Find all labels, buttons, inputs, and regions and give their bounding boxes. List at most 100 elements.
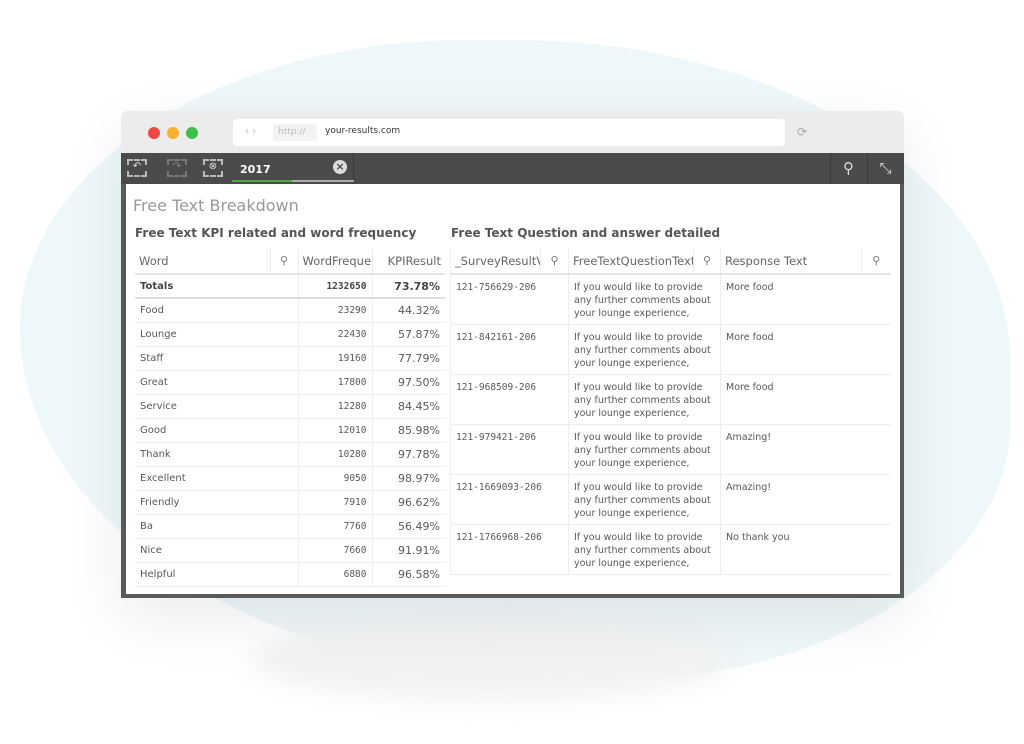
close-window-button[interactable] [148, 127, 160, 139]
kpi-cell: 91.91% [371, 538, 445, 563]
table-row[interactable]: 121-968509-206 If you would like to provi… [450, 374, 891, 425]
right-table-title: Free Text Question and answer detailed [451, 226, 721, 240]
table-row[interactable]: Ba 7760 56.49% [135, 514, 445, 539]
word-cell[interactable]: Lounge [135, 322, 298, 347]
word-cell[interactable]: Staff [135, 346, 298, 371]
question-cell[interactable]: If you would like to provide any further… [568, 474, 721, 525]
column-header-word[interactable]: Word [135, 248, 270, 275]
word-cell[interactable]: Good [135, 418, 298, 443]
frequency-cell: 17800 [297, 370, 372, 395]
selection-bar [232, 180, 292, 182]
frequency-cell: 7910 [297, 490, 372, 515]
clear-selection-icon[interactable]: × [333, 160, 347, 174]
survey-id-cell[interactable]: 121-968509-206 [450, 374, 569, 425]
table-row[interactable]: 121-756629-206 If you would like to provi… [450, 274, 891, 325]
question-cell[interactable]: If you would like to provide any further… [568, 274, 721, 325]
frequency-cell: 10280 [297, 442, 372, 467]
frequency-cell: 12010 [297, 418, 372, 443]
question-cell[interactable]: If you would like to provide any further… [568, 324, 721, 375]
kpi-cell: 85.98% [371, 418, 445, 443]
question-cell[interactable]: If you would like to provide any further… [568, 374, 721, 425]
survey-id-cell[interactable]: 121-1669093-206 [450, 474, 569, 525]
search-icon[interactable]: ⚲ [269, 248, 298, 275]
selection-chip[interactable]: 2017 × [232, 153, 354, 184]
word-cell[interactable]: Ba [135, 514, 298, 539]
table-row[interactable]: Excellent 9050 98.97% [135, 466, 445, 491]
page-title: Free Text Breakdown [133, 196, 299, 215]
table-row[interactable]: Food 23290 44.32% [135, 298, 445, 323]
frequency-cell: 7760 [297, 514, 372, 539]
table-row[interactable]: 121-979421-206 If you would like to provi… [450, 424, 891, 475]
column-header-response[interactable]: Response Text [720, 248, 862, 275]
response-cell[interactable]: No thank you [720, 524, 891, 575]
kpi-cell: 56.49% [371, 514, 445, 539]
word-cell[interactable]: Nice [135, 538, 298, 563]
table-row[interactable]: 121-842161-206 If you would like to provi… [450, 324, 891, 375]
table-row[interactable]: Service 12280 84.45% [135, 394, 445, 419]
search-icon[interactable]: ⚲ [861, 248, 891, 275]
clear-selections-icon[interactable]: ⊗ [203, 159, 223, 177]
frequency-cell: 19160 [297, 346, 372, 371]
word-cell[interactable]: Great [135, 370, 298, 395]
table-row[interactable]: 121-1766968-206 If you would like to prov… [450, 524, 891, 575]
frequency-cell: 12280 [297, 394, 372, 419]
question-cell[interactable]: If you would like to provide any further… [568, 524, 721, 575]
selection-bar-rest [292, 180, 354, 182]
column-header-surveyresult[interactable]: _SurveyResultV [450, 248, 541, 275]
kpi-cell: 97.50% [371, 370, 445, 395]
url-host: your-results.com [325, 126, 401, 136]
sheet-area: Free Text Breakdown Free Text KPI relate… [121, 184, 904, 598]
totals-frequency: 1232650 [297, 274, 372, 299]
kpi-cell: 97.78% [371, 442, 445, 467]
table-row[interactable]: Staff 19160 77.79% [135, 346, 445, 371]
kpi-cell: 77.79% [371, 346, 445, 371]
frequency-cell: 6880 [297, 562, 372, 587]
table-row[interactable]: Lounge 22430 57.87% [135, 322, 445, 347]
back-forward-icon[interactable]: ‹ › [245, 126, 256, 137]
table-row[interactable]: 121-1669093-206 If you would like to prov… [450, 474, 891, 525]
survey-id-cell[interactable]: 121-842161-206 [450, 324, 569, 375]
word-cell[interactable]: Excellent [135, 466, 298, 491]
maximize-window-button[interactable] [186, 127, 198, 139]
word-cell[interactable]: Food [135, 298, 298, 323]
address-bar[interactable]: ‹ › http:// your-results.com [233, 119, 785, 146]
table-row[interactable]: Thank 10280 97.78% [135, 442, 445, 467]
frequency-cell: 7660 [297, 538, 372, 563]
table-row[interactable]: Friendly 7910 96.62% [135, 490, 445, 515]
response-cell[interactable]: Amazing! [720, 424, 891, 475]
word-cell[interactable]: Friendly [135, 490, 298, 515]
response-cell[interactable]: More food [720, 324, 891, 375]
table-row[interactable]: Nice 7660 91.91% [135, 538, 445, 563]
column-header-question[interactable]: FreeTextQuestionText [568, 248, 694, 275]
kpi-cell: 96.62% [371, 490, 445, 515]
exit-fullscreen-icon[interactable]: ⤡ [867, 153, 903, 184]
minimize-window-button[interactable] [167, 127, 179, 139]
response-cell[interactable]: More food [720, 274, 891, 325]
survey-id-cell[interactable]: 121-756629-206 [450, 274, 569, 325]
search-icon[interactable]: ⚲ [830, 153, 866, 184]
response-cell[interactable]: More food [720, 374, 891, 425]
reload-icon[interactable]: ⟳ [797, 125, 807, 139]
response-cell[interactable]: Amazing! [720, 474, 891, 525]
survey-id-cell[interactable]: 121-1766968-206 [450, 524, 569, 575]
frequency-cell: 9050 [297, 466, 372, 491]
smart-back-icon[interactable]: ↶ [127, 159, 147, 177]
word-cell[interactable]: Helpful [135, 562, 298, 587]
column-header-kpiresult[interactable]: KPIResult [371, 248, 445, 275]
column-header-wordfrequency[interactable]: WordFrequency [297, 248, 372, 275]
word-cell[interactable]: Service [135, 394, 298, 419]
totals-row: Totals 1232650 73.78% [135, 274, 445, 299]
word-cell[interactable]: Thank [135, 442, 298, 467]
question-cell[interactable]: If you would like to provide any further… [568, 424, 721, 475]
browser-window: ‹ › http:// your-results.com ⟳ ↶ ↷ ⊗ 201… [121, 111, 904, 598]
question-answer-table: _SurveyResultV ⚲ FreeTextQuestionText ⚲ … [450, 248, 891, 575]
kpi-cell: 44.32% [371, 298, 445, 323]
table-row[interactable]: Helpful 6880 96.58% [135, 562, 445, 587]
survey-id-cell[interactable]: 121-979421-206 [450, 424, 569, 475]
table-row[interactable]: Great 17800 97.50% [135, 370, 445, 395]
search-icon[interactable]: ⚲ [540, 248, 569, 275]
search-icon[interactable]: ⚲ [693, 248, 721, 275]
table-row[interactable]: Good 12010 85.98% [135, 418, 445, 443]
forward-icon[interactable]: ↷ [167, 159, 187, 177]
background-shadow [250, 620, 730, 700]
